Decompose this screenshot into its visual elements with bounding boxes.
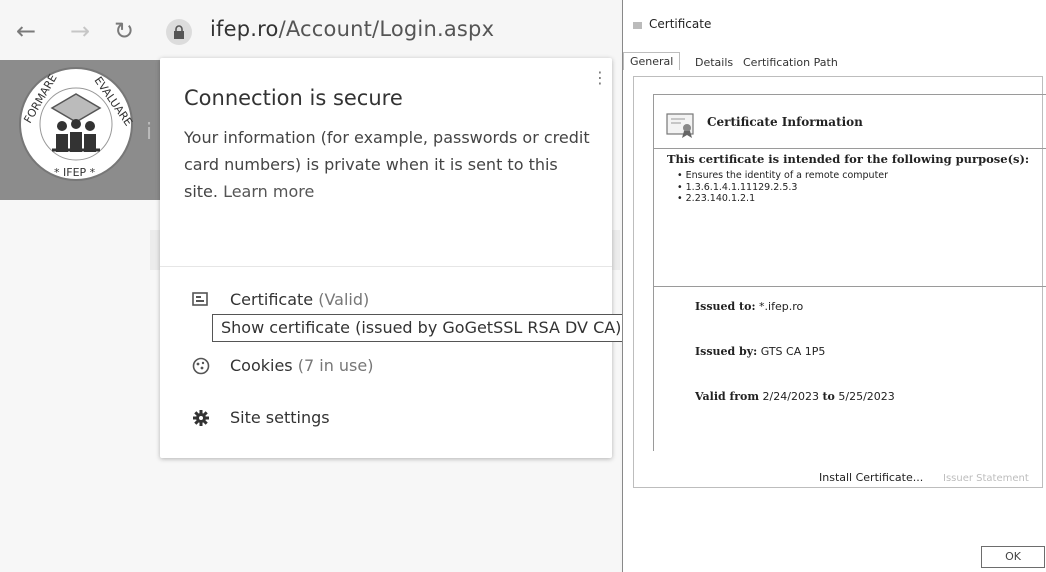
certificate-icon	[192, 292, 208, 306]
ifep-logo-icon: FORMARE EVALUARE * IFEP *	[19, 67, 135, 181]
lock-icon	[174, 25, 184, 39]
certificate-window-icon	[633, 22, 642, 29]
issuer-statement-button[interactable]: Issuer Statement	[943, 473, 1029, 484]
issued-by-field: Issued by: GTS CA 1P5	[695, 345, 825, 358]
valid-from-label: Valid from	[695, 390, 760, 403]
purpose-heading: This certificate is intended for the fol…	[667, 152, 1030, 166]
info-divider	[654, 148, 1046, 149]
browser-toolbar: ← → ↻ ifep.ro/Account/Login.aspx	[0, 0, 620, 60]
issued-by-value: GTS CA 1P5	[760, 345, 826, 358]
tab-certification-path[interactable]: Certification Path	[743, 56, 838, 69]
list-item: Ensures the identity of a remote compute…	[677, 170, 888, 182]
popup-divider	[160, 266, 612, 267]
issued-to-label: Issued to:	[695, 300, 756, 313]
site-info-button[interactable]	[166, 19, 192, 45]
forward-arrow-icon[interactable]: →	[70, 18, 90, 44]
certificate-info-icon	[666, 113, 694, 138]
browser-window: ← → ↻ ifep.ro/Account/Login.aspx FORMARE…	[0, 0, 631, 572]
site-info-popup: ⋮ Connection is secure Your information …	[160, 58, 612, 458]
gear-icon	[193, 410, 209, 426]
dialog-title: Certificate	[649, 17, 712, 31]
popup-description: Your information (for example, passwords…	[184, 124, 594, 205]
learn-more-link[interactable]: Learn more	[223, 182, 314, 201]
site-title-fragment: i	[146, 120, 153, 145]
fields-divider	[654, 286, 1046, 287]
valid-from-value: 2/24/2023	[762, 390, 819, 403]
url-host: ifep.ro	[210, 17, 279, 41]
validity-field: Valid from 2/24/2023 to 5/25/2023	[695, 390, 895, 403]
valid-to-value: 5/25/2023	[838, 390, 895, 403]
dialog-tabs: General Details Certification Path	[623, 50, 1046, 74]
tab-general[interactable]: General	[623, 52, 681, 70]
issued-to-value: *.ifep.ro	[759, 300, 804, 313]
ok-button[interactable]: OK	[981, 546, 1045, 568]
certificate-info-title: Certificate Information	[707, 115, 863, 129]
back-arrow-icon[interactable]: ←	[16, 18, 36, 44]
issued-to-field: Issued to: *.ifep.ro	[695, 300, 803, 313]
list-item: 2.23.140.1.2.1	[677, 193, 888, 205]
svg-text:* IFEP *: * IFEP *	[54, 166, 96, 179]
certificate-label: Certificate	[230, 290, 314, 309]
issued-by-label: Issued by:	[695, 345, 758, 358]
url-path: /Account/Login.aspx	[278, 17, 495, 41]
certificate-tooltip: Show certificate (issued by GoGetSSL RSA…	[212, 314, 631, 342]
site-settings-label: Site settings	[230, 408, 330, 427]
cookie-icon	[192, 357, 210, 375]
cookies-status: (7 in use)	[297, 356, 374, 375]
certificate-dialog: Certificate General Details Certificatio…	[622, 0, 1046, 572]
valid-to-label: to	[822, 390, 835, 403]
address-bar[interactable]: ifep.ro/Account/Login.aspx	[210, 17, 494, 41]
cookies-label: Cookies	[230, 356, 293, 375]
popup-title: Connection is secure	[184, 86, 403, 110]
purpose-list: Ensures the identity of a remote compute…	[677, 170, 888, 205]
certificate-status: (Valid)	[318, 290, 370, 309]
list-item: 1.3.6.1.4.1.11129.2.5.3	[677, 182, 888, 194]
install-certificate-button[interactable]: Install Certificate...	[819, 471, 923, 484]
tab-details[interactable]: Details	[695, 56, 733, 69]
popup-more-icon[interactable]: ⋮	[592, 68, 608, 87]
reload-icon[interactable]: ↻	[114, 18, 134, 44]
